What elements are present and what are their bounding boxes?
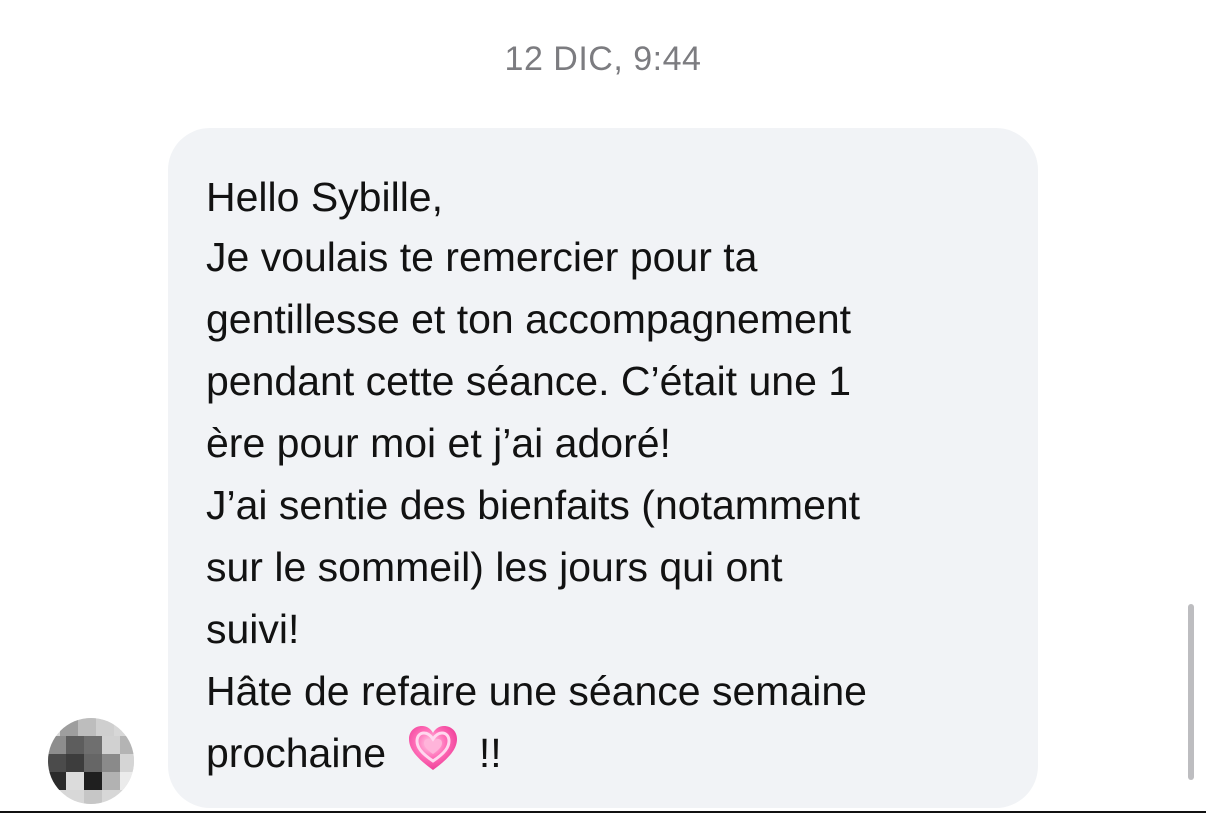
message-line: gentillesse et ton accompagnement	[206, 296, 852, 342]
message-line: Hâte de refaire une séance semaine	[206, 668, 867, 714]
message-line: sur le sommeil) les jours qui ont	[206, 544, 783, 590]
vertical-scrollbar[interactable]	[1188, 604, 1194, 780]
message-line: Je voulais te remercier pour ta	[206, 234, 758, 280]
message-timestamp: 12 DIC, 9:44	[504, 40, 702, 78]
avatar[interactable]	[48, 718, 134, 804]
message-line: ère pour moi et j’ai adoré!	[206, 420, 671, 466]
message-line: J’ai sentie des bienfaits (notamment	[206, 482, 861, 528]
message-line-after-emoji: !!	[478, 730, 502, 776]
message-line: Hello Sybille,	[206, 174, 443, 220]
message-bubble[interactable]: Hello Sybille, Je voulais te remercier p…	[168, 128, 1038, 808]
message-line: pendant cette séance. C’était une 1	[206, 358, 852, 404]
message-line-before-emoji: prochaine	[206, 730, 387, 776]
heart-icon	[405, 723, 461, 790]
message-last-line: prochaine !!	[206, 722, 1000, 790]
message-line: suivi!	[206, 606, 300, 652]
